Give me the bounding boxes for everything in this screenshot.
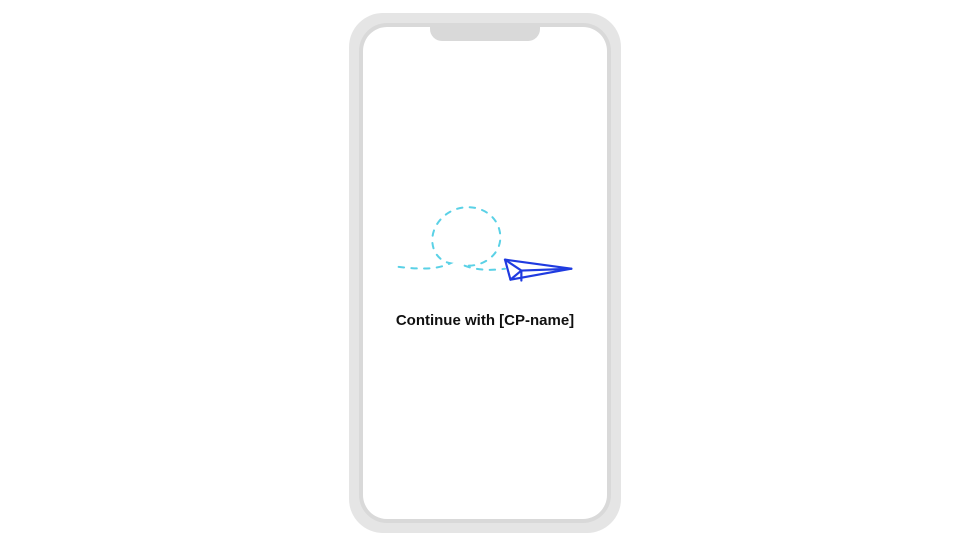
paper-plane-icon — [385, 186, 585, 306]
phone-bezel: Continue with [CP-name] — [359, 23, 611, 523]
continue-button[interactable]: Continue with [CP-name] — [396, 312, 574, 329]
paper-plane-illustration — [385, 186, 585, 306]
phone-screen: Continue with [CP-name] — [363, 27, 607, 519]
phone-frame: Continue with [CP-name] — [349, 13, 621, 533]
phone-notch — [430, 23, 540, 41]
